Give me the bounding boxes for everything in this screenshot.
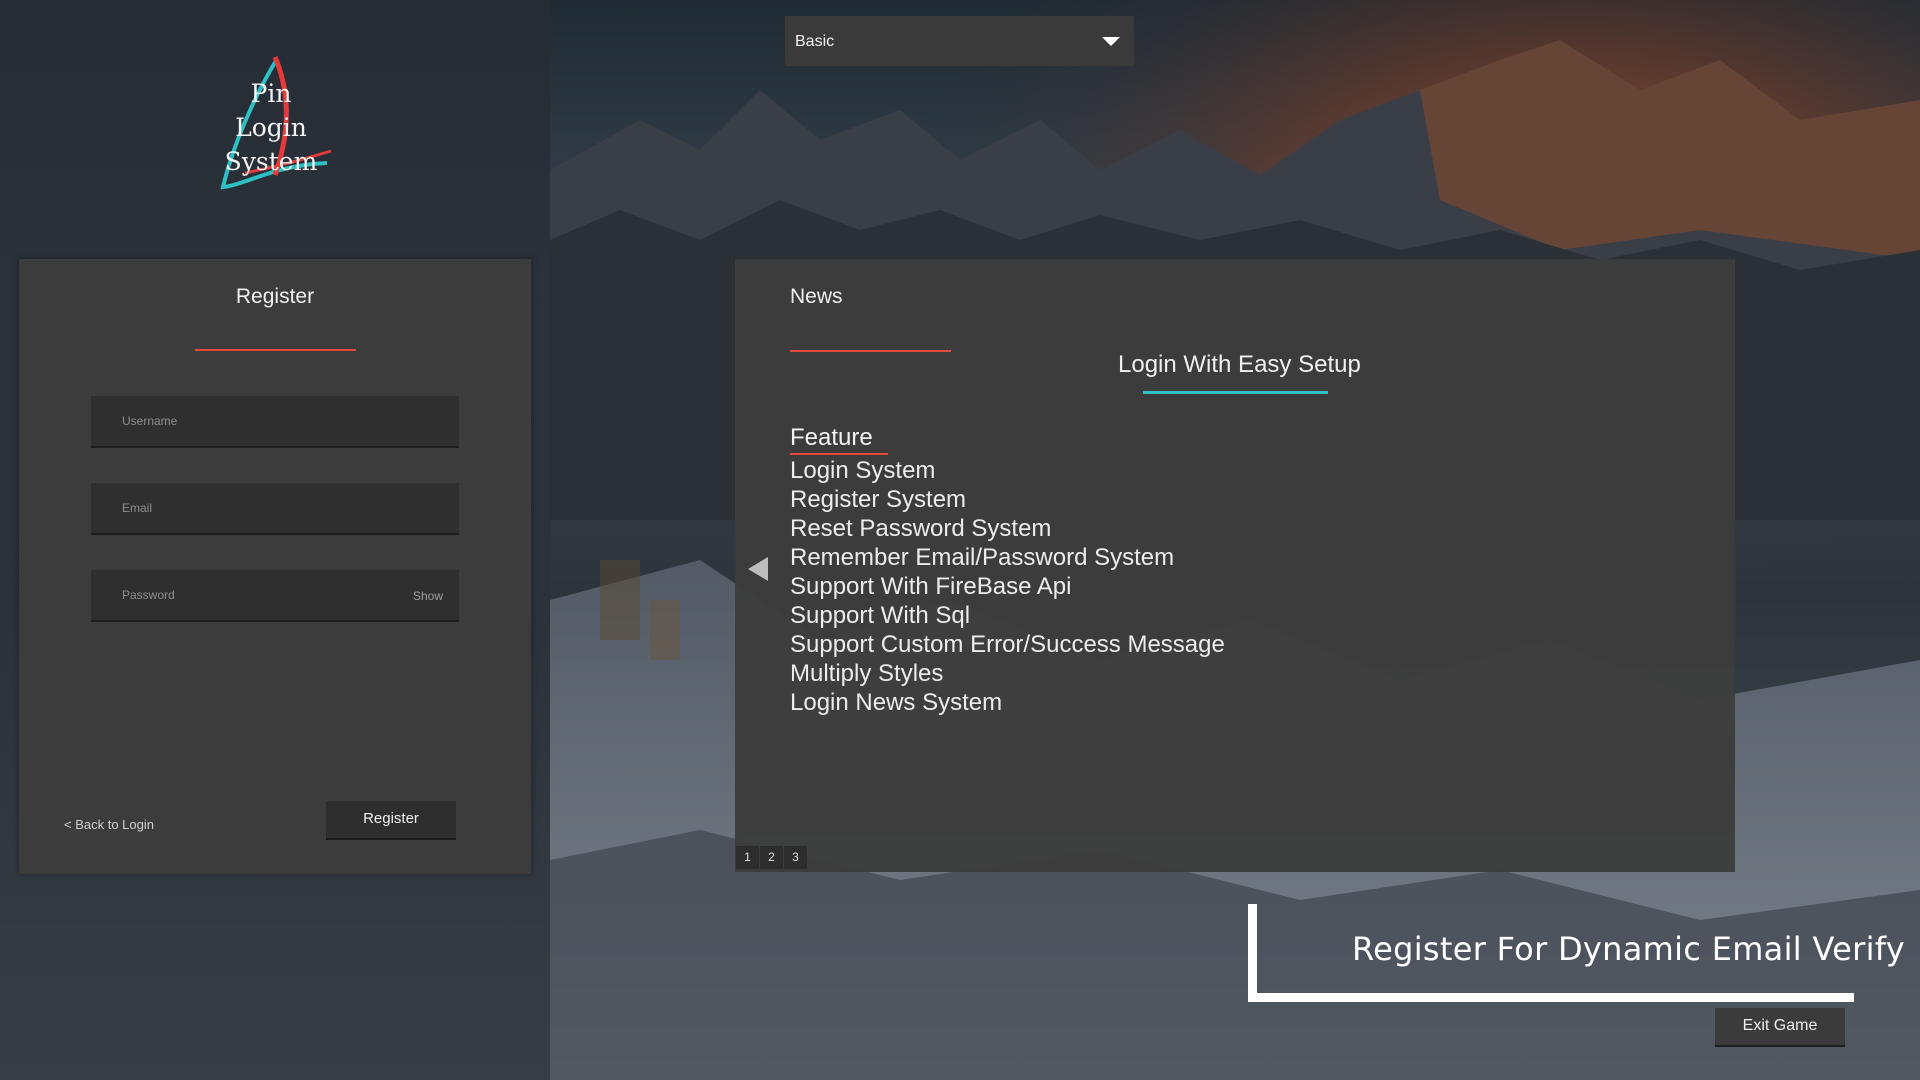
list-item: Register System — [790, 486, 967, 513]
register-card: Register Username Email Password Show < … — [19, 259, 531, 874]
password-field[interactable]: Password Show — [91, 570, 459, 622]
caret-down-icon — [1102, 37, 1120, 46]
register-title: Register — [235, 285, 315, 308]
register-title-underline — [195, 349, 356, 351]
show-password-toggle[interactable]: Show — [413, 589, 443, 603]
list-item: Remember Email/Password System — [790, 544, 1175, 571]
list-item: Login System — [790, 457, 936, 484]
username-field[interactable]: Username — [91, 396, 459, 448]
username-placeholder: Username — [122, 414, 178, 428]
style-dropdown[interactable]: Basic — [785, 16, 1134, 66]
triangle-left-icon[interactable] — [748, 557, 768, 581]
list-item: Support Custom Error/Success Message — [790, 631, 1225, 658]
email-field[interactable]: Email — [91, 483, 459, 535]
left-side-panel: Pin Login System Register Username Email… — [0, 0, 550, 1080]
news-pagination: 1 2 3 — [736, 846, 807, 869]
password-placeholder: Password — [122, 588, 175, 602]
register-button[interactable]: Register — [326, 801, 456, 840]
feature-title: Feature — [790, 424, 873, 451]
feature-list: Login System Register System Reset Passw… — [790, 456, 1225, 717]
list-item: Support With FireBase Api — [790, 573, 1072, 600]
news-title: News — [790, 285, 843, 308]
promo-frame-bottom — [1248, 993, 1854, 1002]
dropdown-selected-value: Basic — [795, 33, 835, 50]
back-to-login-link[interactable]: < Back to Login — [64, 817, 154, 832]
list-item: Login News System — [790, 689, 1003, 716]
page-button-3[interactable]: 3 — [784, 846, 807, 869]
exit-game-button[interactable]: Exit Game — [1715, 1008, 1845, 1047]
news-heading-underline — [1143, 391, 1328, 394]
promo-banner: Register For Dynamic Email Verify — [1248, 904, 1905, 1002]
page-button-2[interactable]: 2 — [760, 846, 783, 869]
news-heading: Login With Easy Setup — [1118, 351, 1361, 378]
feature-underline — [790, 453, 888, 455]
list-item: Multiply Styles — [790, 660, 944, 687]
promo-frame-left — [1248, 904, 1257, 1002]
game-logo: Pin Login System — [215, 55, 335, 195]
email-placeholder: Email — [122, 501, 153, 515]
list-item: Reset Password System — [790, 515, 1052, 542]
logo-text: Pin Login System — [224, 79, 318, 176]
news-panel: News Login With Easy Setup Feature Login… — [735, 259, 1735, 872]
list-item: Support With Sql — [790, 602, 971, 629]
news-title-underline — [790, 350, 951, 352]
promo-text: Register For Dynamic Email Verify — [1352, 930, 1906, 968]
page-button-1[interactable]: 1 — [736, 846, 759, 869]
